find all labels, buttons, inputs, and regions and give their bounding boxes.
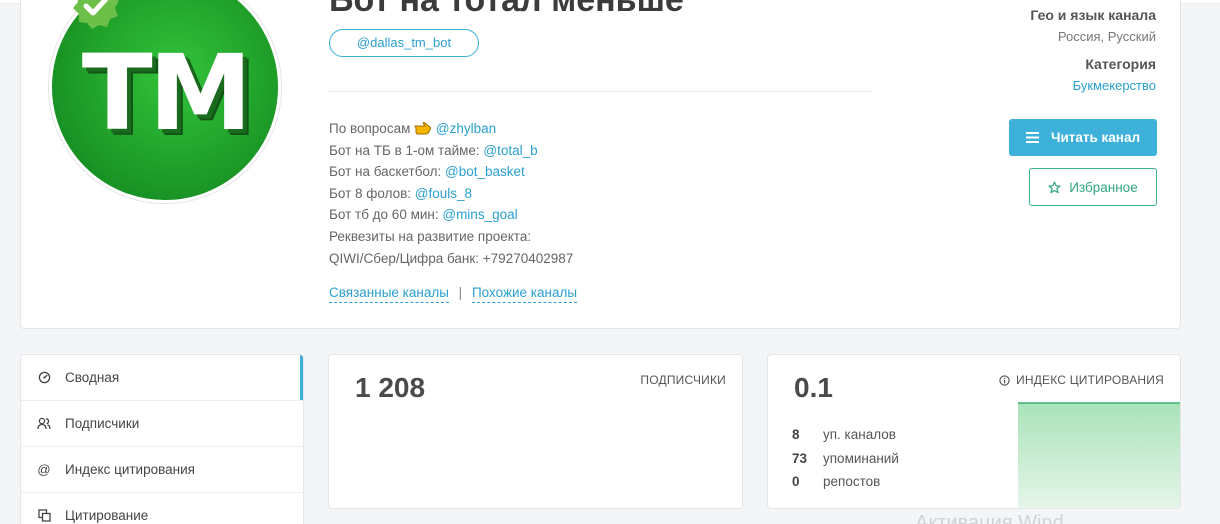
info-icon[interactable]	[999, 374, 1010, 386]
users-icon	[37, 417, 51, 431]
pointing-hand-icon	[414, 122, 432, 135]
description-line: Бот на ТБ в 1-ом тайме: @total_b	[329, 142, 538, 158]
star-icon	[1048, 180, 1061, 193]
related-links: Связанные каналы | Похожие каналы	[329, 285, 578, 303]
geo-value: Россия, Русский	[1057, 29, 1156, 44]
description-line: Реквезиты на развитие проекта:	[329, 228, 532, 244]
sidebar-item-citation[interactable]: Цитирование	[21, 493, 303, 524]
os-activation-watermark: Активация Wind	[915, 512, 1064, 524]
channel-avatar-wrap: TM	[45, 0, 285, 206]
sidebar-item-citation-index[interactable]: @ Индекс цитирования	[21, 447, 303, 493]
subscribers-card: 1 208 ПОДПИСЧИКИ	[328, 354, 743, 509]
description-line: Бот тб до 60 мин: @mins_goal	[329, 207, 518, 223]
channel-description: По вопросам @zhylban Бот на ТБ в 1-ом та…	[329, 118, 573, 269]
avatar-text: TM	[81, 32, 252, 154]
citation-index-label: ИНДЕКС ЦИТИРОВАНИЯ	[1016, 373, 1164, 387]
verified-badge-icon	[73, 0, 119, 29]
channel-username-pill[interactable]: @dallas_tm_bot	[329, 29, 479, 57]
category-block: Категория Букмекерство	[1073, 56, 1156, 93]
sidebar-item-label: Сводная	[65, 370, 120, 385]
subscribers-label: ПОДПИСЧИКИ	[640, 373, 726, 387]
citation-index-value: 0.1	[794, 372, 833, 403]
list-item: 73 упоминаний	[792, 450, 899, 466]
subscribers-count: 1 208	[355, 372, 426, 403]
citation-stats-list: 8 уп. каналов 73 упоминаний 0 репостов	[792, 423, 899, 494]
channel-profile-card: TM Бот на тотал меньше @dallas_tm_bot По…	[20, 0, 1181, 329]
description-line: По вопросам @zhylban	[329, 121, 497, 136]
read-channel-button[interactable]: Читать канал	[1009, 119, 1157, 156]
sidebar-item-label: Индекс цитирования	[65, 462, 195, 477]
list-item: 8 уп. каналов	[792, 427, 896, 443]
description-line: QIWI/Сбер/Цифра банк: +79270402987	[329, 250, 574, 266]
list-item: 0 репостов	[792, 474, 881, 490]
at-icon: @	[37, 462, 51, 477]
description-link[interactable]: @zhylban	[436, 121, 496, 136]
geo-label: Гео и язык канала	[1030, 7, 1156, 23]
divider	[329, 91, 873, 92]
category-label: Категория	[1085, 56, 1156, 72]
category-link[interactable]: Букмекерство	[1073, 78, 1156, 93]
copy-icon	[37, 509, 51, 523]
sidebar-menu: Сводная Подписчики @ Индекс цитирования …	[20, 354, 304, 524]
citation-index-header: ИНДЕКС ЦИТИРОВАНИЯ	[999, 373, 1164, 387]
similar-channels-link[interactable]: Похожие каналы	[471, 285, 578, 303]
sidebar-item-label: Цитирование	[65, 508, 149, 523]
geo-block: Гео и язык канала Россия, Русский	[1030, 7, 1156, 44]
read-channel-label: Читать канал	[1050, 130, 1141, 145]
favorite-label: Избранное	[1069, 179, 1138, 195]
dashboard-icon	[37, 371, 51, 385]
list-icon	[1025, 132, 1039, 143]
description-link[interactable]: @mins_goal	[442, 207, 517, 222]
sidebar-item-subscribers[interactable]: Подписчики	[21, 401, 303, 447]
sidebar-item-label: Подписчики	[65, 416, 140, 431]
favorite-button[interactable]: Избранное	[1029, 168, 1157, 206]
related-channels-link[interactable]: Связанные каналы	[329, 285, 449, 303]
description-link[interactable]: @fouls_8	[415, 186, 472, 201]
description-line: Бот на баскетбол: @bot_basket	[329, 164, 525, 180]
separator: |	[458, 285, 463, 300]
description-line: Бот 8 фолов: @fouls_8	[329, 185, 473, 201]
description-link[interactable]: @total_b	[483, 143, 537, 158]
description-link[interactable]: @bot_basket	[445, 164, 525, 179]
citation-index-card: 0.1 ИНДЕКС ЦИТИРОВАНИЯ 8 уп. каналов 73 уп…	[767, 354, 1181, 509]
citation-sparkline	[1018, 402, 1180, 508]
sidebar-item-summary[interactable]: Сводная	[21, 355, 303, 401]
channel-title: Бот на тотал меньше	[329, 0, 684, 19]
